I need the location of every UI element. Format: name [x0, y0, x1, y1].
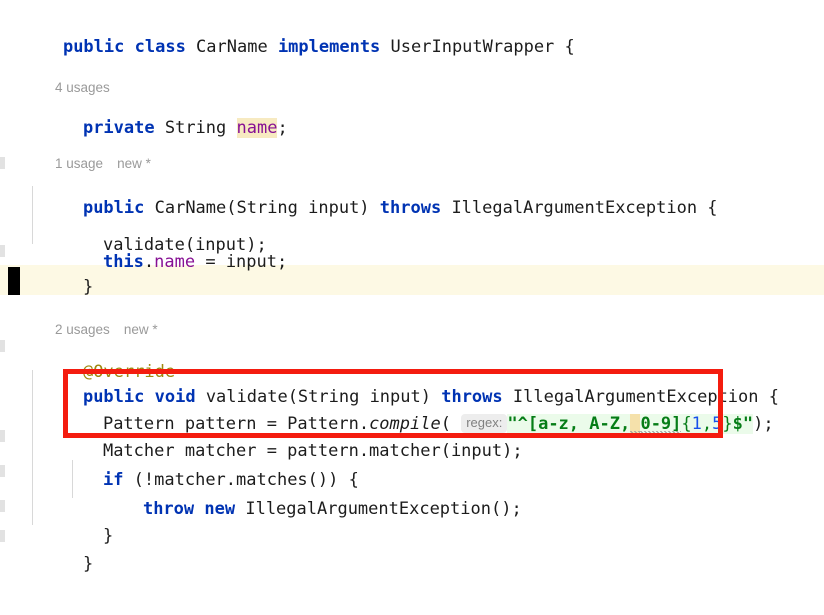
token-brace: } [82, 277, 94, 297]
code-line-field-declaration[interactable]: private String name; [0, 77, 824, 138]
text-caret [8, 267, 20, 295]
token-keyword-public: public [62, 37, 125, 57]
token-class-name: CarName [185, 37, 278, 57]
token-type-string: String [154, 118, 237, 138]
token-interface-name: UserInputWrapper { [380, 37, 575, 57]
code-line-class-declaration[interactable]: public class CarName implements UserInpu… [0, 0, 824, 57]
token-semicolon: ; [277, 118, 288, 138]
code-line-constructor-close[interactable]: } [0, 236, 824, 297]
code-line-method-close[interactable]: } [0, 513, 824, 574]
code-line-constructor-signature[interactable]: public CarName(String input) throws Ille… [0, 157, 824, 218]
token-brace: } [82, 554, 94, 574]
token-field-name: name [236, 118, 278, 138]
token-keyword-implements: implements [277, 37, 381, 57]
code-editor[interactable]: public class CarName implements UserInpu… [0, 0, 824, 574]
token-keyword-class: class [134, 37, 186, 57]
